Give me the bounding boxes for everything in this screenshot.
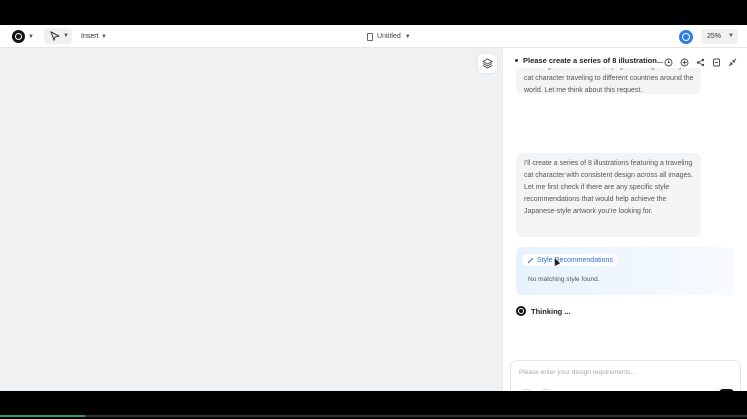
style-recommendations-card: Style Recommendations No matching style … <box>516 247 734 295</box>
new-chat-icon[interactable] <box>712 54 721 67</box>
pointer-icon <box>50 31 60 41</box>
zoom-chevron-down-icon: ▼ <box>728 33 734 39</box>
logo-chevron-down-icon[interactable]: ▼ <box>28 34 34 40</box>
zoom-dropdown[interactable]: 25% ▼ <box>701 29 738 44</box>
document-title[interactable]: Untitled ▼ <box>367 30 411 43</box>
zoom-level: 25% <box>707 33 722 40</box>
assistant-message-text: I'll create a series of 8 illustrations … <box>524 160 693 216</box>
screen-frame: ▼ ▼ Insert ▼ Untitled ▼ 25% ▼ Please cre… <box>0 0 747 419</box>
tool-chevron-down-icon: ▼ <box>63 33 69 39</box>
document-title-text: Untitled <box>377 33 401 40</box>
design-requirements-input[interactable] <box>519 369 719 376</box>
user-avatar[interactable] <box>679 30 693 44</box>
sparkle-settings-icon[interactable] <box>680 54 689 67</box>
top-toolbar: ▼ ▼ Insert ▼ Untitled ▼ 25% ▼ <box>0 25 747 48</box>
select-tool-button[interactable]: ▼ <box>44 28 72 44</box>
insert-chevron-down-icon[interactable]: ▼ <box>101 34 107 40</box>
layers-icon <box>482 58 493 69</box>
document-chevron-down-icon: ▼ <box>404 33 411 40</box>
layers-button[interactable] <box>478 54 497 73</box>
style-recommendations-chip[interactable]: Style Recommendations <box>522 254 618 266</box>
share-icon[interactable] <box>696 54 705 67</box>
app-logo-icon[interactable] <box>12 30 25 43</box>
magic-wand-icon <box>527 257 534 263</box>
collapse-icon[interactable] <box>728 54 737 67</box>
assistant-avatar-icon <box>516 306 526 316</box>
chat-input-box: + <box>510 360 741 391</box>
document-icon <box>367 32 373 41</box>
style-recommendations-label: Style Recommendations <box>537 256 613 264</box>
thinking-label: Thinking ... <box>531 306 571 316</box>
style-result-text: No matching style found. <box>528 276 600 283</box>
assistant-message: I'll create a series of 8 illustrations … <box>516 153 701 237</box>
design-canvas[interactable] <box>0 48 502 391</box>
thinking-indicator: Thinking ... <box>516 306 571 316</box>
history-icon[interactable] <box>664 54 673 67</box>
chat-panel: Please create a series of 8 illustration… <box>502 48 747 391</box>
chat-title: Please create a series of 8 illustration… <box>523 56 664 65</box>
chat-panel-header: Please create a series of 8 illustration… <box>503 48 747 68</box>
app-window: ▼ ▼ Insert ▼ Untitled ▼ 25% ▼ Please cre… <box>0 25 747 391</box>
bottom-black-bar <box>0 391 747 419</box>
status-dot-icon <box>515 59 518 62</box>
video-progress-bar <box>0 415 747 417</box>
insert-menu[interactable]: Insert <box>81 33 99 40</box>
